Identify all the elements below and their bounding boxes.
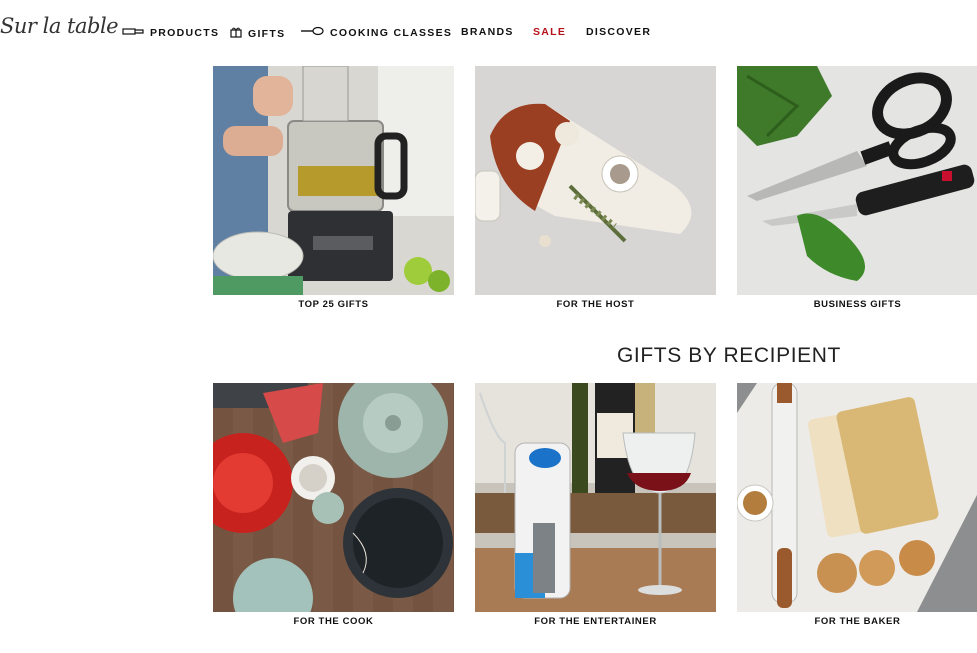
nav-cooking-classes-label: COOKING CLASSES: [330, 26, 453, 39]
whisk-icon: [300, 26, 324, 39]
gift-tile-for-the-host[interactable]: FOR THE HOST: [475, 66, 716, 310]
recipient-tile-cook[interactable]: FOR THE COOK: [213, 383, 454, 627]
nav-sale-label: SALE: [533, 26, 567, 38]
sur-la-table-logo[interactable]: Sur la table: [0, 14, 119, 38]
kitchen-shears-image: [737, 66, 977, 295]
tile-caption: BUSINESS GIFTS: [813, 299, 902, 310]
nav-cooking-classes[interactable]: COOKING CLASSES: [300, 26, 452, 39]
recipient-tile-baker[interactable]: FOR THE BAKER: [737, 383, 977, 627]
nav-products[interactable]: PRODUCTS: [122, 26, 219, 39]
nav-gifts[interactable]: GIFTS: [230, 26, 285, 41]
nav-gifts-label: GIFTS: [248, 27, 286, 40]
nav-products-label: PRODUCTS: [150, 26, 220, 39]
section-title-gifts-by-recipient: GIFTS BY RECIPIENT: [617, 344, 841, 367]
food-processor-image: [213, 66, 454, 295]
tile-caption: FOR THE HOST: [556, 299, 635, 310]
nav-discover-label: DISCOVER: [586, 26, 652, 38]
nav-discover[interactable]: DISCOVER: [586, 26, 651, 38]
tile-caption: TOP 25 GIFTS: [298, 299, 369, 310]
knife-icon: [122, 26, 144, 39]
rolling-pin-image: [737, 383, 977, 612]
nav-brands[interactable]: BRANDS: [461, 26, 514, 38]
gift-tile-business[interactable]: BUSINESS GIFTS: [737, 66, 977, 310]
nav-sale[interactable]: SALE: [533, 26, 566, 38]
site-header: Sur la table PRODUCTS GIFTS COOKING CLAS…: [0, 0, 977, 64]
wine-preserver-image: [475, 383, 716, 612]
gift-tile-top-25[interactable]: TOP 25 GIFTS: [213, 66, 454, 310]
cheese-board-image: [475, 66, 716, 295]
dutch-oven-image: [213, 383, 454, 612]
nav-brands-label: BRANDS: [461, 26, 514, 38]
tile-caption: FOR THE ENTERTAINER: [534, 616, 657, 627]
recipient-tile-entertainer[interactable]: FOR THE ENTERTAINER: [475, 383, 716, 627]
gift-icon: [230, 26, 242, 41]
tile-caption: FOR THE BAKER: [814, 616, 901, 627]
tile-caption: FOR THE COOK: [293, 616, 374, 627]
